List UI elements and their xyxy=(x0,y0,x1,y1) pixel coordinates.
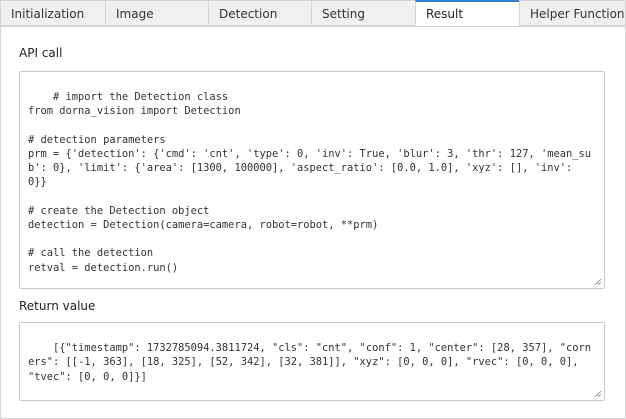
tab-result[interactable]: Result xyxy=(415,0,520,26)
tab-image[interactable]: Image xyxy=(105,0,209,26)
tab-setting[interactable]: Setting xyxy=(311,0,416,26)
tab-initialization[interactable]: Initialization xyxy=(0,0,106,26)
tab-bar: Initialization Image Detection Setting R… xyxy=(0,0,626,27)
return-value-label: Return value xyxy=(19,299,96,313)
api-call-label: API call xyxy=(19,46,63,60)
resize-grip-icon[interactable] xyxy=(594,278,602,286)
tab-detection[interactable]: Detection xyxy=(208,0,312,26)
tab-helper-functions[interactable]: Helper Functions xyxy=(519,0,626,26)
return-value-textarea[interactable]: [{"timestamp": 1732785094.3811724, "cls"… xyxy=(19,322,605,401)
return-value-code: [{"timestamp": 1732785094.3811724, "cls"… xyxy=(28,342,592,383)
api-call-textarea[interactable]: # import the Detection class from dorna_… xyxy=(19,71,605,289)
resize-grip-icon[interactable] xyxy=(594,390,602,398)
api-call-code: # import the Detection class from dorna_… xyxy=(28,91,592,274)
result-panel: API call # import the Detection class fr… xyxy=(0,26,626,419)
